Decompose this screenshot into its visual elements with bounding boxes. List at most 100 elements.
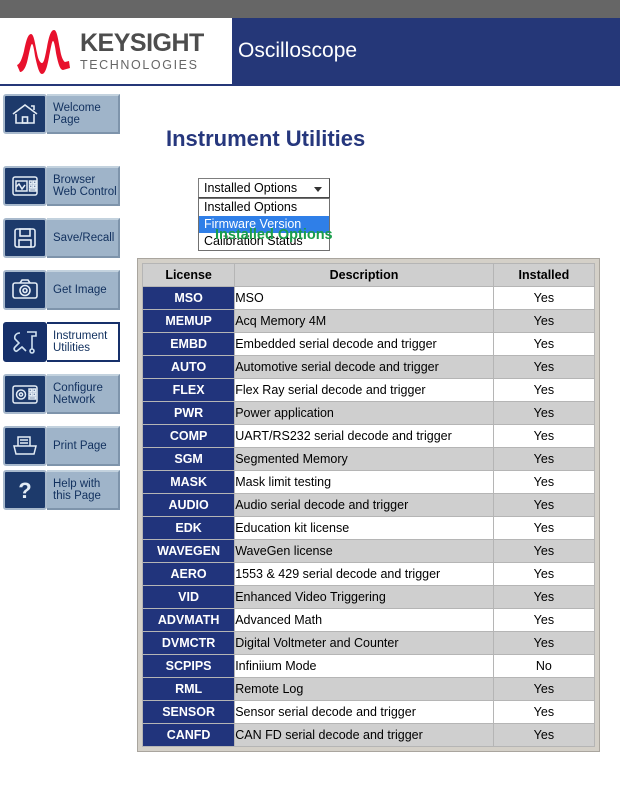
cell-installed: Yes: [492, 608, 596, 632]
cell-license: ADVMATH: [141, 608, 236, 632]
cell-installed: Yes: [492, 493, 596, 517]
table-row: SENSOR Sensor serial decode and trigger Ye…: [141, 700, 596, 724]
keysight-wordmark: KEYSIGHT TECHNOLOGIES: [80, 28, 204, 72]
cell-installed: Yes: [492, 332, 596, 356]
cell-description: Infiniium Mode: [234, 654, 494, 678]
cell-installed: Yes: [492, 516, 596, 540]
cell-installed: Yes: [492, 585, 596, 609]
cell-license: FLEX: [141, 378, 236, 402]
sidebar-item-configure-network[interactable]: Configure Network: [3, 374, 120, 414]
table-row: CANFD CAN FD serial decode and trigger Yes: [141, 723, 596, 747]
section-subtitle: Installed Options: [215, 227, 333, 243]
page-root: KEYSIGHT TECHNOLOGIES Oscilloscope Welco…: [0, 0, 620, 796]
cell-description: Acq Memory 4M: [234, 309, 494, 333]
table-row: SCPIPS Infiniium Mode No: [141, 654, 596, 678]
cell-description: Power application: [234, 401, 494, 425]
table-row: EMBD Embedded serial decode and trigger Ye…: [141, 332, 596, 356]
table-body: MSO MSO Yes MEMUP Acq Memory 4M Yes EMBD Embedd…: [141, 286, 596, 747]
cell-installed: Yes: [492, 631, 596, 655]
cell-description: UART/RS232 serial decode and trigger: [234, 424, 494, 448]
cell-license: SCPIPS: [141, 654, 236, 678]
column-header-description: Description: [234, 263, 494, 287]
sidebar-item-save-recall[interactable]: Save/Recall: [3, 218, 120, 258]
cell-license: AUTO: [141, 355, 236, 379]
brand-name: KEYSIGHT: [80, 28, 204, 57]
page-title: Instrument Utilities: [166, 126, 366, 151]
cell-installed: Yes: [492, 539, 596, 563]
cell-license: CANFD: [141, 723, 236, 747]
table-row: PWR Power application Yes: [141, 401, 596, 425]
sidebar-item-label: Instrument Utilities: [47, 322, 120, 362]
installed-options-table: License Description Installed MSO MSO Yes M…: [141, 263, 596, 747]
cell-license: EMBD: [141, 332, 236, 356]
cell-installed: Yes: [492, 700, 596, 724]
sidebar-item-label: Help with this Page: [47, 470, 120, 510]
sidebar-item-help[interactable]: ? Help with this Page: [3, 470, 120, 510]
monitor-icon: [3, 166, 47, 206]
sidebar-item-label: Print Page: [47, 426, 120, 466]
cell-description: Education kit license: [234, 516, 494, 540]
utility-select-value: Installed Options: [204, 181, 298, 195]
option-installed-options[interactable]: Installed Options: [199, 199, 329, 216]
cell-description: Audio serial decode and trigger: [234, 493, 494, 517]
cell-description: Sensor serial decode and trigger: [234, 700, 494, 724]
cell-description: Embedded serial decode and trigger: [234, 332, 494, 356]
svg-text:?: ?: [18, 478, 31, 503]
utility-select-wrapper: Installed Options Installed Options Firm…: [198, 178, 330, 251]
cell-installed: Yes: [492, 723, 596, 747]
chevron-down-icon: [314, 187, 322, 192]
table-row: MEMUP Acq Memory 4M Yes: [141, 309, 596, 333]
utility-select-options-list[interactable]: Installed Options Firmware Version Calib…: [198, 198, 330, 251]
sidebar-item-label: Welcome Page: [47, 94, 120, 134]
label-line-2: Web Control: [53, 186, 117, 198]
sidebar-item-welcome-page[interactable]: Welcome Page: [3, 94, 120, 134]
cell-description: Enhanced Video Triggering: [234, 585, 494, 609]
cell-description: Mask limit testing: [234, 470, 494, 494]
cell-description: Segmented Memory: [234, 447, 494, 471]
table-row: DVMCTR Digital Voltmeter and Counter Yes: [141, 631, 596, 655]
cell-license: SGM: [141, 447, 236, 471]
camera-icon: [3, 270, 47, 310]
sidebar-item-print-page[interactable]: Print Page: [3, 426, 120, 466]
cell-installed: Yes: [492, 447, 596, 471]
sidebar-item-label: Get Image: [47, 270, 120, 310]
cell-license: RML: [141, 677, 236, 701]
cell-installed: Yes: [492, 355, 596, 379]
table-row: MSO MSO Yes: [141, 286, 596, 310]
label-line-1: Help with: [53, 477, 101, 490]
table-row: AERO 1553 & 429 serial decode and trigger…: [141, 562, 596, 586]
label-line-2: Utilities: [53, 342, 91, 354]
sidebar-item-browser-web-control[interactable]: Browser Web Control: [3, 166, 120, 206]
cell-description: Advanced Math: [234, 608, 494, 632]
sidebar-item-label: Configure Network: [47, 374, 120, 414]
cell-installed: No: [492, 654, 596, 678]
label-line-1: Instrument: [53, 329, 108, 342]
table-header-row: License Description Installed: [141, 263, 596, 287]
brand-tagline: TECHNOLOGIES: [80, 57, 199, 72]
table-row: COMP UART/RS232 serial decode and trigger…: [141, 424, 596, 448]
sidebar-item-get-image[interactable]: Get Image: [3, 270, 120, 310]
table-row: FLEX Flex Ray serial decode and trigger Ye…: [141, 378, 596, 402]
cell-license: AERO: [141, 562, 236, 586]
label-line-2: this Page: [53, 490, 101, 502]
floppy-disk-icon: [3, 218, 47, 258]
keysight-waveform-icon: [14, 25, 76, 77]
cell-license: PWR: [141, 401, 236, 425]
cell-installed: Yes: [492, 562, 596, 586]
cell-installed: Yes: [492, 677, 596, 701]
banner-title: Oscilloscope: [238, 39, 358, 62]
cell-installed: Yes: [492, 309, 596, 333]
cell-license: SENSOR: [141, 700, 236, 724]
sidebar-item-instrument-utilities[interactable]: Instrument Utilities: [3, 322, 120, 362]
cell-installed: Yes: [492, 424, 596, 448]
network-icon: [3, 374, 47, 414]
table-row: EDK Education kit license Yes: [141, 516, 596, 540]
cell-installed: Yes: [492, 470, 596, 494]
utility-select[interactable]: Installed Options: [198, 178, 330, 198]
cell-installed: Yes: [492, 378, 596, 402]
label-line-1: Configure: [53, 381, 103, 394]
keysight-logo: KEYSIGHT TECHNOLOGIES: [0, 18, 232, 84]
cell-license: COMP: [141, 424, 236, 448]
sidebar-item-label: Save/Recall: [47, 218, 120, 258]
cell-license: VID: [141, 585, 236, 609]
